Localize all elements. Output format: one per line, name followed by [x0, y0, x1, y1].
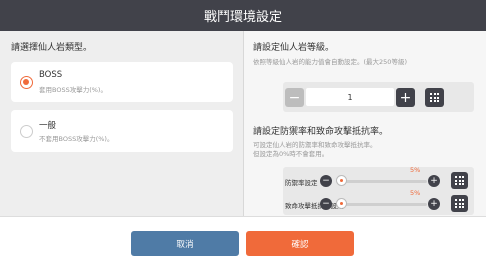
level-section-title: 請設定仙人岩等級。	[253, 43, 335, 53]
footer-divider	[0, 216, 486, 217]
type-section-title: 請選擇仙人岩類型。	[11, 43, 93, 53]
level-minus-button[interactable]: −	[285, 88, 304, 107]
option-normal-title: 一般	[39, 121, 57, 131]
defense-section-title: 請設定防禦率和致命攻擊抵抗率。	[253, 127, 389, 137]
calculator-icon	[455, 199, 464, 208]
calculator-icon	[455, 176, 464, 185]
option-boss-card[interactable]: BOSS 套用BOSS攻擊力(%)。	[11, 62, 233, 102]
cancel-button[interactable]: 取消	[131, 231, 239, 256]
level-calculator-button[interactable]	[425, 88, 444, 107]
defense-hint-line1: 可設定仙人岩的防禦率和致命攻擊抵抗率。	[253, 141, 377, 149]
crit-resist-minus-button[interactable]: −	[320, 198, 332, 210]
defense-rate-plus-button[interactable]: +	[428, 175, 440, 187]
defense-rate-label: 防禦率設定	[285, 179, 318, 187]
crit-resist-thumb[interactable]	[336, 198, 347, 209]
level-hint: 依照等級仙人岩的能力值會自動設定。(最大250等級)	[253, 58, 407, 66]
column-divider	[243, 31, 244, 216]
defense-hint-line2: 但設定為0%時不會套用。	[253, 150, 329, 158]
crit-resist-calculator-button[interactable]	[451, 195, 468, 212]
option-normal-desc: 不套用BOSS攻擊力(%)。	[39, 135, 114, 143]
defense-rate-thumb[interactable]	[336, 175, 347, 186]
crit-resist-label: 致命攻擊抵抗率設定	[285, 202, 344, 210]
level-plus-button[interactable]: +	[396, 88, 415, 107]
defense-rate-value: 5%	[410, 166, 421, 174]
level-input[interactable]: 1	[306, 88, 394, 106]
dialog-title: 戰鬥環境設定	[203, 10, 282, 25]
option-normal-card[interactable]: 一般 不套用BOSS攻擊力(%)。	[11, 110, 233, 152]
defense-rate-slider[interactable]	[337, 180, 427, 183]
crit-resist-value: 5%	[410, 189, 421, 197]
crit-resist-plus-button[interactable]: +	[428, 198, 440, 210]
crit-resist-slider[interactable]	[337, 203, 427, 206]
defense-rate-minus-button[interactable]: −	[320, 175, 332, 187]
confirm-button[interactable]: 確認	[246, 231, 354, 256]
option-normal-radio[interactable]	[20, 125, 33, 138]
calculator-icon	[430, 93, 439, 102]
option-boss-radio[interactable]	[20, 76, 33, 89]
dialog-header: 戰鬥環境設定	[0, 0, 486, 31]
option-boss-title: BOSS	[39, 70, 63, 80]
option-boss-desc: 套用BOSS攻擊力(%)。	[39, 86, 107, 94]
defense-rate-calculator-button[interactable]	[451, 172, 468, 189]
